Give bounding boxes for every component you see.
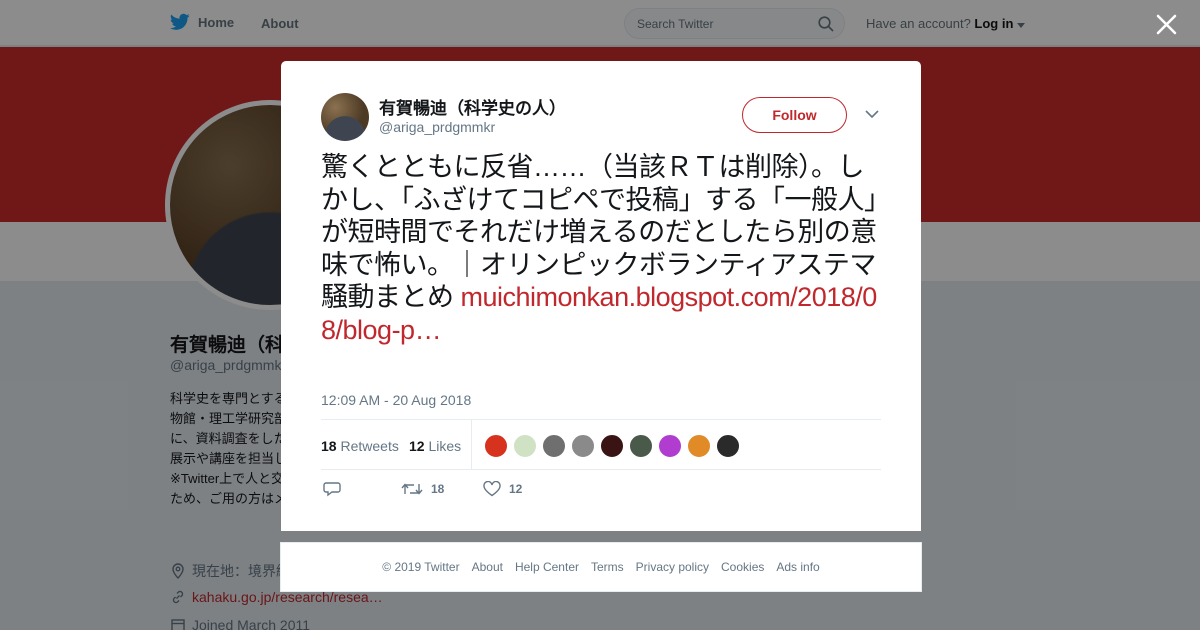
like-count: 12	[509, 482, 523, 496]
liker-avatar[interactable]	[687, 434, 711, 458]
stats-divider	[471, 420, 472, 470]
footer-cookies-link[interactable]: Cookies	[721, 560, 764, 574]
tweet-stats: 18 Retweets 12 Likes	[321, 419, 881, 470]
footer-terms-link[interactable]: Terms	[591, 560, 624, 574]
reply-icon	[323, 482, 341, 497]
tweet-actions: 18 12	[321, 481, 881, 501]
retweets-label: Retweets	[340, 438, 399, 454]
liker-avatar[interactable]	[658, 434, 682, 458]
reply-button[interactable]	[323, 481, 341, 497]
liker-avatar[interactable]	[629, 434, 653, 458]
retweet-count: 18	[431, 482, 445, 496]
likes-label: Likes	[428, 438, 462, 454]
footer-privacy-link[interactable]: Privacy policy	[636, 560, 709, 574]
retweets-count: 18	[321, 438, 337, 454]
retweets-stat[interactable]: 18 Retweets	[321, 438, 399, 454]
tweet-modal: 有賀暢迪（科学史の人） @ariga_prdgmmkr Follow 驚くととも…	[281, 61, 921, 531]
follow-button[interactable]: Follow	[742, 97, 847, 133]
likes-count: 12	[409, 438, 425, 454]
heart-icon	[483, 481, 501, 497]
author-avatar[interactable]	[321, 93, 369, 141]
liker-avatar[interactable]	[484, 434, 508, 458]
tweet-timestamp[interactable]: 12:09 AM - 20 Aug 2018	[321, 392, 471, 408]
footer: © 2019 Twitter About Help Center Terms P…	[280, 542, 922, 592]
footer-about-link[interactable]: About	[472, 560, 503, 574]
liker-avatar[interactable]	[716, 434, 740, 458]
retweet-button[interactable]: 18	[401, 481, 444, 497]
footer-copyright: © 2019 Twitter	[382, 560, 460, 574]
liker-avatar[interactable]	[600, 434, 624, 458]
footer-help-link[interactable]: Help Center	[515, 560, 579, 574]
author-handle[interactable]: @ariga_prdgmmkr	[379, 119, 495, 135]
liker-avatar[interactable]	[542, 434, 566, 458]
liker-avatars	[484, 434, 740, 458]
chevron-down-icon[interactable]	[865, 109, 879, 119]
footer-ads-link[interactable]: Ads info	[776, 560, 819, 574]
liker-avatar[interactable]	[571, 434, 595, 458]
author-name[interactable]: 有賀暢迪（科学史の人）	[379, 94, 566, 119]
tweet-text: 驚くとともに反省……（当該ＲＴは削除）。しかし、「ふざけてコピペで投稿」する「一…	[321, 151, 886, 346]
close-icon[interactable]	[1154, 12, 1179, 37]
likes-stat[interactable]: 12 Likes	[409, 438, 461, 454]
like-button[interactable]: 12	[483, 481, 522, 497]
retweet-icon	[401, 483, 423, 495]
liker-avatar[interactable]	[513, 434, 537, 458]
